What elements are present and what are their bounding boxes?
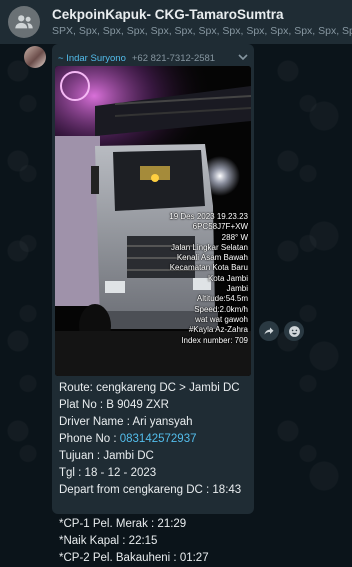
group-icon [15,15,33,29]
chat-header[interactable]: CekpoinKapuk- CKG-TamaroSumtra SPX, Spx,… [0,0,352,44]
overlay-line: Jalan Lingkar Selatan [171,242,248,252]
sender-avatar[interactable] [24,46,46,68]
overlay-line: Kecamatan Kota Baru [169,263,248,273]
overlay-line: Index number: 709 [181,335,248,345]
overlay-line: Speed:2.0km/h [194,304,248,314]
caption-driver: Driver Name : Ari yansyah [59,416,193,428]
phone-link[interactable]: 083142572937 [120,433,197,445]
group-avatar[interactable] [8,6,40,38]
caption-cp1: *CP-1 Pel. Merak : 21:29 [59,518,187,530]
caption-plate: Plat No : B 9049 ZXR [59,399,169,411]
overlay-line: 6PC58J7F+XW [192,222,248,232]
caption-cp2: *CP-2 Pel. Bakauheni : 01:27 [59,552,209,564]
message-photo[interactable]: 19 Des 2023 19.23.23 6PC58J7F+XW 288° W … [55,66,251,376]
overlay-line: 19 Des 2023 19.23.23 [169,212,248,221]
caption-tujuan: Tujuan : Jambi DC [59,450,154,462]
caption-route: Route: cengkareng DC > Jambi DC [59,382,240,394]
message-bubble[interactable]: ~ Indar Suryono +62 821-7312-2581 19 Des… [52,44,254,564]
caption-phone-row: Phone No : 083142572937 [59,431,254,448]
overlay-line: Altitude:54.5m [196,294,248,304]
overlay-line: wat wat gawoh [195,314,248,324]
overlay-line: #Kayla Az-Zahra [188,325,248,335]
caption-phone-label: Phone No : [59,433,120,445]
sender-name[interactable]: ~ Indar Suryono [58,53,126,64]
react-button[interactable] [284,321,304,341]
overlay-line: 288° W [221,232,248,242]
chevron-down-icon[interactable] [236,50,250,67]
member-list[interactable]: SPX, Spx, Spx, Spx, Spx, Spx, Spx, Spx, … [52,25,352,37]
caption-date: Tgl : 18 - 12 - 2023 [59,467,157,479]
photo-timestamp-overlay: 19 Des 2023 19.23.23 6PC58J7F+XW 288° W … [108,212,248,346]
chat-title[interactable]: CekpoinKapuk- CKG-TamaroSumtra [52,7,352,22]
sender-row: ~ Indar Suryono +62 821-7312-2581 [58,50,254,66]
overlay-line: Kenali Asam Bawah [176,253,248,263]
sender-phone: +62 821-7312-2581 [131,52,216,64]
emoji-icon [288,325,300,337]
caption-depart: Depart from cengkareng DC : 18:43 [59,484,242,496]
share-icon [264,327,274,335]
share-button[interactable] [259,321,279,341]
overlay-line: Kota Jambi [207,273,248,283]
overlay-line: Jambi [226,284,248,294]
message-caption: Route: cengkareng DC > Jambi DC Plat No … [59,380,254,567]
caption-naik-kapal: *Naik Kapal : 22:15 [59,535,158,547]
